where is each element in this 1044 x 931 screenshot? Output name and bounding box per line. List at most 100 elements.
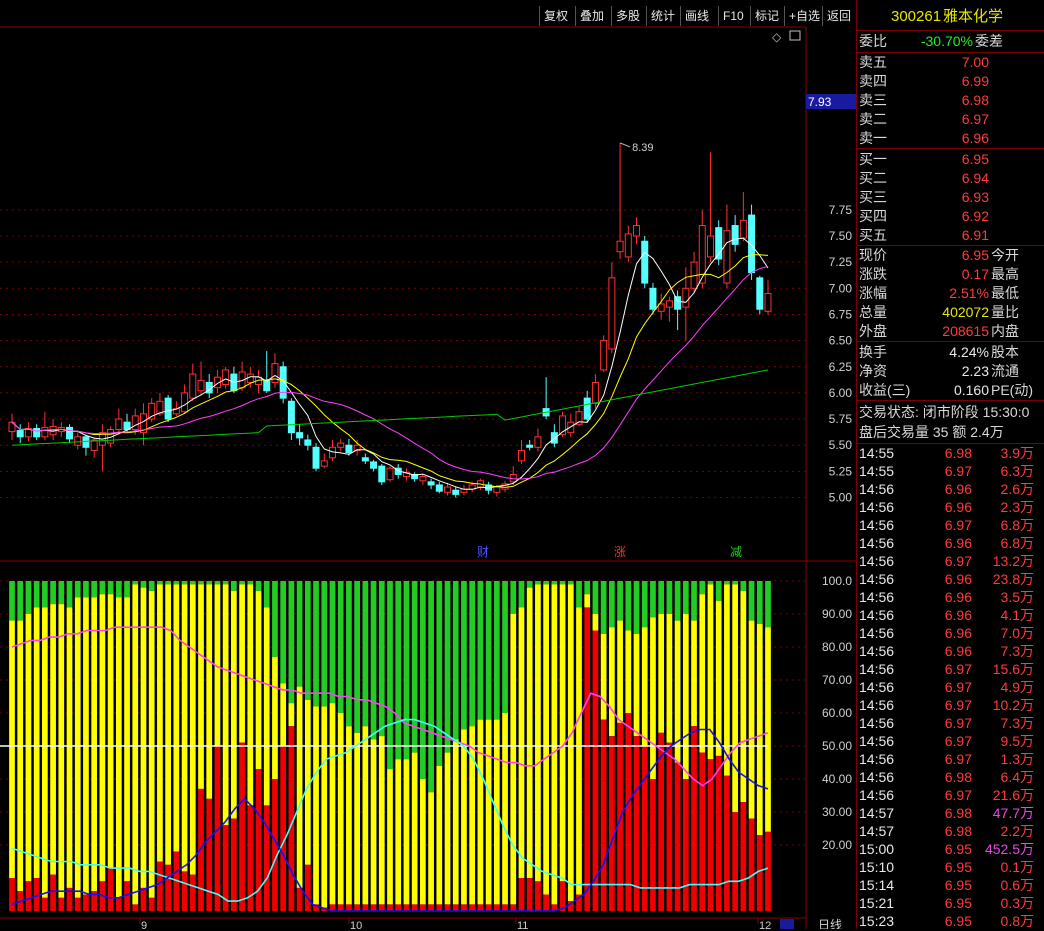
candle-body: [427, 481, 435, 486]
candle-body: [600, 340, 608, 371]
tick-time: 15:14: [859, 877, 895, 893]
indicator-yellow-bar: [691, 620, 697, 727]
indicator-yellow-bar: [370, 739, 377, 905]
indicator-green-bar: [354, 581, 360, 733]
indicator-yellow-bar: [403, 759, 410, 905]
indicator-red-bar: [304, 864, 311, 911]
candle-body: [674, 296, 682, 310]
indicator-yellow-bar: [765, 627, 771, 832]
toolbar-5-button[interactable]: F10: [718, 6, 748, 26]
toolbar-2-button[interactable]: 多股: [611, 6, 644, 26]
toolbar-3-button[interactable]: 统计: [646, 6, 679, 26]
ask-price: 6.97: [961, 111, 989, 127]
weicha-label: 委差: [975, 33, 1003, 49]
toolbar-4-button[interactable]: 画线: [680, 6, 713, 26]
indicator-red-bar: [732, 812, 738, 911]
indicator-yellow-bar: [444, 752, 451, 905]
candle-body: [649, 287, 657, 310]
candle-body: [378, 465, 386, 483]
tick-time: 14:56: [859, 535, 895, 551]
toolbar-0-button[interactable]: 复权: [539, 6, 572, 26]
indicator-red-bar: [641, 746, 648, 911]
tick-price: 6.96: [944, 643, 972, 659]
diamond-icon: ◇: [772, 30, 782, 44]
indicator-green-bar: [362, 581, 369, 727]
tick-volume: 47.7万: [992, 805, 1034, 821]
indicator-yellow-bar: [387, 769, 393, 905]
indicator-yellow-bar: [411, 752, 418, 905]
kline-chart-area[interactable]: 7.75 7.50 7.25 7.00 6.75 6.50 6.25 6.00 5.75 5.50…: [0, 0, 856, 929]
bid-row: 买一 6.95: [857, 150, 1044, 169]
indicator-green-bar: [198, 581, 204, 585]
candle-body: [739, 219, 747, 239]
price-axis-label: 7.00: [829, 281, 853, 295]
tick-volume: 4.1万: [1000, 607, 1034, 623]
ask-label: 卖五: [859, 54, 887, 70]
tick-price: 6.95: [944, 895, 972, 911]
indicator-red-bar: [395, 904, 402, 911]
indicator-green-bar: [296, 581, 303, 687]
stat-label2: 最低: [991, 285, 1019, 301]
ask-row: 卖三 6.98: [857, 91, 1044, 110]
indicator-yellow-bar: [148, 590, 155, 898]
indicator-yellow-bar: [452, 739, 459, 905]
stat-label: 现价: [859, 247, 887, 263]
indicator-red-bar: [189, 874, 196, 911]
ask-row: 卖一 6.96: [857, 129, 1044, 148]
event-marker: 减: [730, 545, 742, 559]
indicator-green-bar: [600, 581, 607, 634]
tick-row: 15:00 6.95 452.5万: [857, 840, 1044, 859]
stat-value: 402072: [942, 304, 989, 320]
indicator-green-bar: [444, 581, 451, 753]
tick-volume: 2.6万: [1000, 481, 1034, 497]
bid-price: 6.95: [961, 151, 989, 167]
tick-volume: 23.8万: [992, 571, 1034, 587]
indicator-axis-label: 60.00: [822, 706, 852, 720]
indicator-red-bar: [58, 897, 65, 911]
indicator-yellow-bar: [526, 587, 533, 878]
indicator-green-bar: [132, 581, 139, 585]
tick-row: 14:56 6.96 2.3万: [857, 498, 1044, 517]
indicator-yellow-bar: [329, 703, 336, 905]
toolbar-1-button[interactable]: 叠加: [575, 6, 608, 26]
candle-body: [197, 379, 205, 392]
toolbar-8-button[interactable]: 返回: [822, 6, 855, 26]
tick-volume: 452.5万: [984, 841, 1034, 857]
indicator-yellow-bar: [715, 600, 722, 756]
indicator-red-bar: [42, 897, 48, 911]
toolbar-7-button[interactable]: +自选: [784, 6, 824, 26]
indicator-red-bar: [296, 887, 303, 911]
chart-toolbar: 复权 叠加 多股 统计 画线 F10 标记 +自选 返回: [0, 6, 856, 26]
indicator-red-bar: [206, 798, 213, 911]
candle-body: [764, 293, 772, 312]
candle-body: [591, 381, 599, 404]
indicator-red-bar: [526, 878, 533, 911]
scroll-button: [780, 919, 794, 929]
indicator-green-bar: [535, 581, 541, 585]
price-axis-label: 6.75: [829, 307, 853, 321]
tick-time: 14:56: [859, 787, 895, 803]
indicator-yellow-bar: [189, 584, 196, 875]
indicator-green-bar: [395, 581, 402, 760]
stat-label2: PE(动): [991, 382, 1033, 398]
bid-price: 6.91: [961, 227, 989, 243]
indicator-green-bar: [420, 581, 426, 779]
stat-label2: 内盘: [991, 323, 1019, 339]
indicator-green-bar: [25, 581, 32, 614]
toolbar-6-button[interactable]: 标记: [750, 6, 783, 26]
indicator-green-bar: [239, 581, 245, 585]
indicator-red-bar: [362, 904, 369, 911]
tick-price: 6.97: [944, 787, 972, 803]
indicator-yellow-bar: [543, 584, 549, 895]
indicator-yellow-bar: [658, 614, 665, 733]
tick-price: 6.95: [944, 859, 972, 875]
indicator-yellow-bar: [633, 633, 640, 737]
candle-body: [419, 476, 427, 482]
indicator-green-bar: [9, 581, 15, 621]
indicator-green-bar: [66, 581, 73, 608]
indicator-yellow-bar: [502, 713, 508, 905]
tick-volume: 6.8万: [1000, 517, 1034, 533]
indicator-yellow-bar: [66, 607, 73, 888]
tick-price: 6.97: [944, 463, 972, 479]
indicator-red-bar: [280, 746, 287, 911]
